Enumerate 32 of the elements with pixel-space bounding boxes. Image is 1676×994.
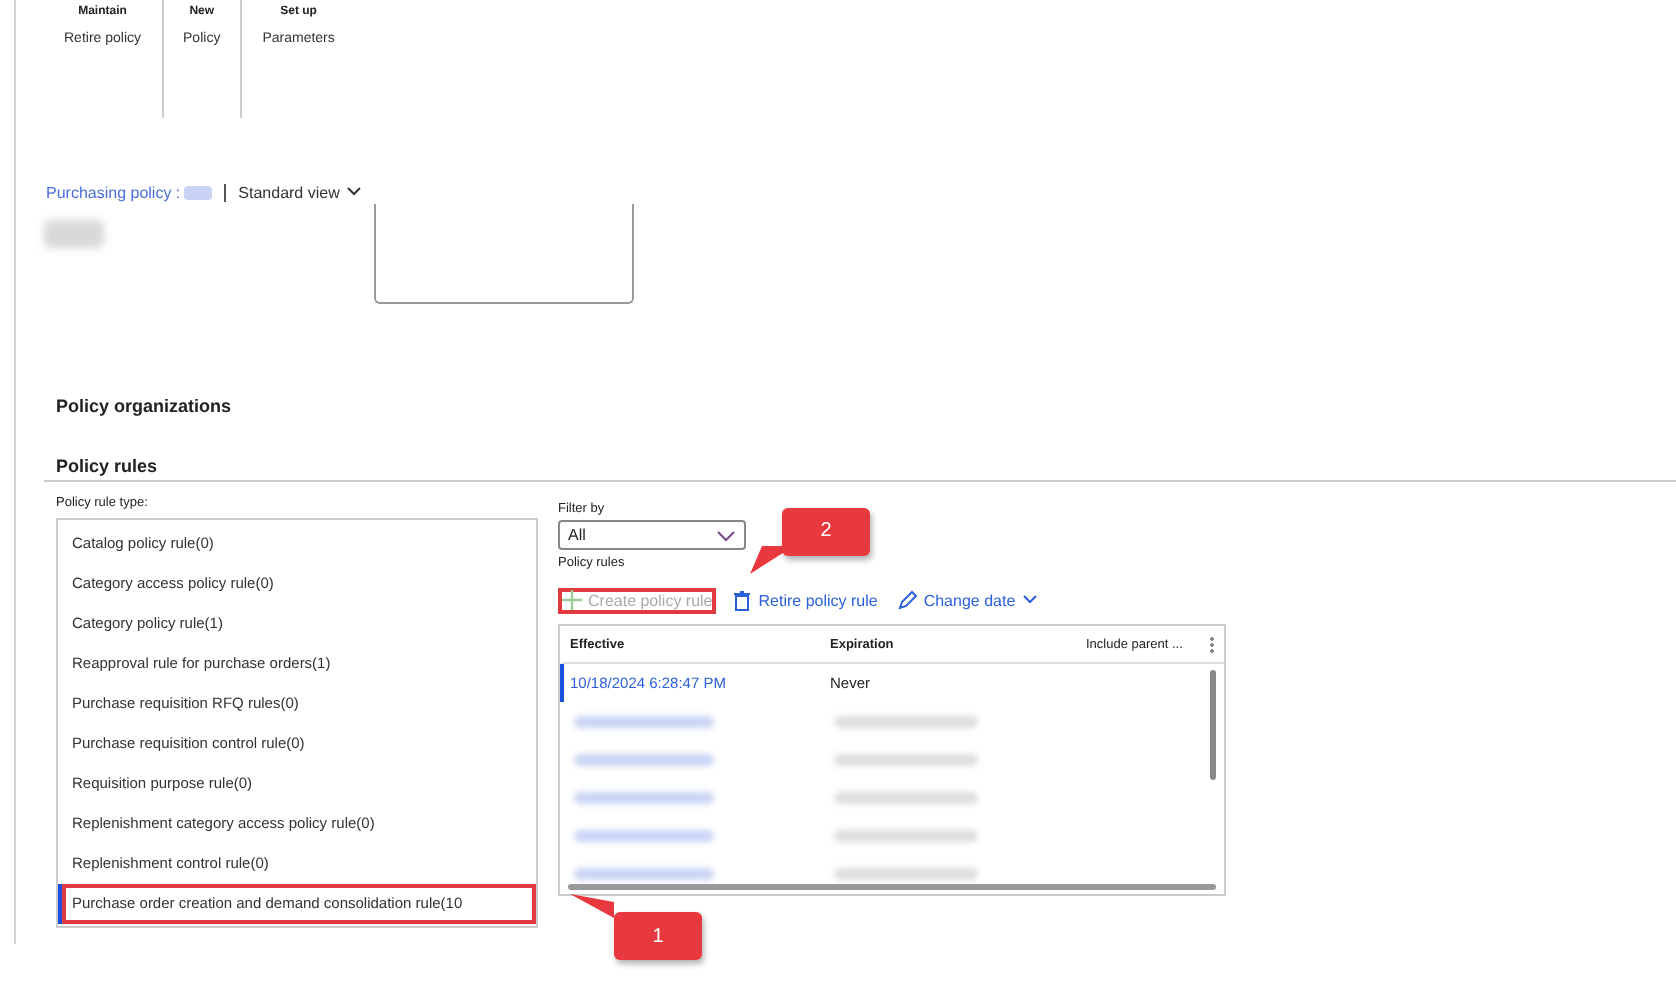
scrollbar[interactable] <box>568 884 1216 890</box>
redacted-text <box>834 867 978 879</box>
section-header[interactable]: Policy rules <box>56 456 158 480</box>
trash-icon <box>732 589 753 611</box>
redacted-text <box>184 185 213 199</box>
redacted-text <box>44 220 104 248</box>
redacted-text <box>834 829 978 841</box>
callout-badge: 1 <box>614 912 702 960</box>
plus-icon <box>562 589 582 611</box>
filter-dropdown[interactable]: All <box>558 520 746 550</box>
breadcrumb-link[interactable]: Purchasing policy : <box>46 183 181 201</box>
redacted-text <box>574 791 714 803</box>
redacted-text <box>574 715 714 727</box>
pencil-icon <box>897 589 918 611</box>
view-selector[interactable]: Standard view <box>238 183 362 201</box>
redacted-text <box>574 753 714 765</box>
toolbar-button[interactable]: Change date <box>893 587 1042 613</box>
redacted-text <box>574 829 714 841</box>
redacted-text <box>834 791 978 803</box>
dropdown-value: All <box>568 526 586 544</box>
section-header[interactable]: Policy organizations <box>56 396 232 456</box>
chevron-down-icon <box>345 186 362 198</box>
redacted-text <box>834 715 978 727</box>
toolbar-button[interactable]: Retire policy rule <box>728 587 882 613</box>
callout-pointer <box>570 894 614 918</box>
scrollbar[interactable] <box>1210 670 1216 780</box>
redacted-text <box>574 867 714 879</box>
chevron-down-icon <box>1021 594 1038 606</box>
callout-badge: 2 <box>782 507 870 555</box>
text-area[interactable] <box>374 204 634 304</box>
chevron-down-icon <box>716 529 736 541</box>
redacted-text <box>834 753 978 765</box>
